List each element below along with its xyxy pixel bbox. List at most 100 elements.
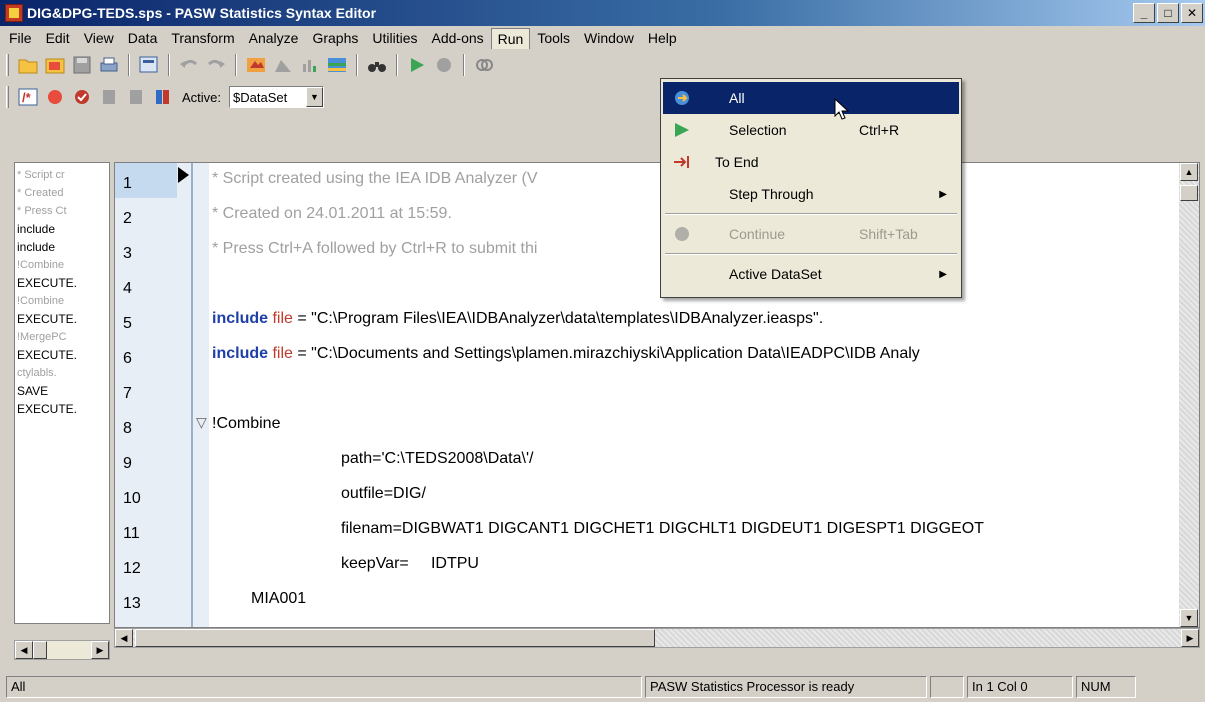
active-dataset-select[interactable]: $DataSet ▼ <box>229 86 325 108</box>
code-line[interactable]: 5 include file = "C:\Program Files\IEA\I… <box>115 303 1179 338</box>
code-line[interactable]: 12 keepVar= IDTPU <box>115 548 1179 583</box>
menu-view[interactable]: View <box>77 28 121 48</box>
navigator-hscrollbar[interactable]: ◀ ▶ <box>14 640 110 660</box>
code-line[interactable]: 11 filenam=DIGBWAT1 DIGCANT1 DIGCHET1 DI… <box>115 513 1179 548</box>
scroll-down-icon[interactable]: ▼ <box>1180 609 1198 627</box>
comment-button[interactable]: /* <box>16 85 40 109</box>
code-line[interactable]: 6 include file = "C:\Documents and Setti… <box>115 338 1179 373</box>
navigator-item[interactable]: EXECUTE. <box>17 310 107 328</box>
navigator-item[interactable]: * Script cr <box>17 166 107 184</box>
link-button[interactable] <box>472 53 496 77</box>
clear-bookmarks-button[interactable] <box>151 85 175 109</box>
menu-utilities[interactable]: Utilities <box>365 28 424 48</box>
open-folder-button[interactable] <box>16 53 40 77</box>
menu-analyze[interactable]: Analyze <box>242 28 306 48</box>
scroll-left-icon[interactable]: ◀ <box>115 629 133 647</box>
bookmark-button[interactable] <box>97 85 121 109</box>
code-text[interactable]: include file = "C:\Documents and Setting… <box>212 345 920 363</box>
navigator-item[interactable]: !MergePC <box>17 328 107 346</box>
run-to-end-item[interactable]: To End <box>663 146 959 178</box>
chevron-down-icon[interactable]: ▼ <box>306 87 324 107</box>
navigator-item[interactable]: include <box>17 238 107 256</box>
save-button[interactable] <box>70 53 94 77</box>
navigator-item[interactable]: EXECUTE. <box>17 274 107 292</box>
clear-breakpoints-button[interactable] <box>70 85 94 109</box>
scroll-up-icon[interactable]: ▲ <box>1180 163 1198 181</box>
code-text[interactable]: * Created on 24.01.2011 at 15:59. <box>212 205 452 223</box>
toolbar-grip[interactable] <box>6 54 9 76</box>
menu-data[interactable]: Data <box>121 28 165 48</box>
code-line[interactable]: 9 path='C:\TEDS2008\Data\'/ <box>115 443 1179 478</box>
scroll-right-icon[interactable]: ▶ <box>1181 629 1199 647</box>
breakpoint-button[interactable] <box>43 85 67 109</box>
undo-button[interactable] <box>177 53 201 77</box>
goto-case-button[interactable] <box>244 53 268 77</box>
navigator-item[interactable]: ctylabls. <box>17 364 107 382</box>
code-text[interactable]: !Combine <box>212 415 280 433</box>
menu-graphs[interactable]: Graphs <box>305 28 365 48</box>
scroll-thumb[interactable] <box>135 629 655 647</box>
table-button[interactable] <box>325 53 349 77</box>
menu-file[interactable]: File <box>2 28 39 48</box>
scroll-left-icon[interactable]: ◀ <box>15 641 33 659</box>
code-line[interactable]: 1 * Script created using the IEA IDB Ana… <box>115 163 1179 198</box>
dialog-recall-button[interactable] <box>137 53 161 77</box>
run-selection-button[interactable] <box>405 53 429 77</box>
navigator-item[interactable]: include <box>17 220 107 238</box>
scroll-thumb[interactable] <box>33 641 47 659</box>
code-text[interactable]: MIA001 <box>251 590 306 608</box>
open-data-button[interactable] <box>43 53 67 77</box>
variables-button[interactable] <box>298 53 322 77</box>
run-all-item[interactable]: All <box>663 82 959 114</box>
fold-toggle-icon[interactable]: ▽ <box>196 414 207 431</box>
navigator-item[interactable]: EXECUTE. <box>17 400 107 418</box>
menu-edit[interactable]: Edit <box>39 28 77 48</box>
print-button[interactable] <box>97 53 121 77</box>
editor-hscrollbar[interactable]: ◀ ▶ <box>114 628 1200 648</box>
toolbar-grip[interactable] <box>6 86 9 108</box>
scroll-thumb[interactable] <box>1180 185 1198 201</box>
active-dataset-item[interactable]: Active DataSet ▶ <box>663 258 959 290</box>
navigator-item[interactable]: EXECUTE. <box>17 346 107 364</box>
maximize-button[interactable]: □ <box>1157 3 1179 23</box>
navigator-pane[interactable]: * Script cr * Created * Press Ct include… <box>14 162 110 624</box>
menu-run[interactable]: Run <box>490 27 531 49</box>
syntax-editor[interactable]: 1 * Script created using the IEA IDB Ana… <box>114 162 1200 628</box>
code-text[interactable]: filenam=DIGBWAT1 DIGCANT1 DIGCHET1 DIGCH… <box>341 520 984 538</box>
navigator-item[interactable]: !Combine <box>17 256 107 274</box>
scroll-right-icon[interactable]: ▶ <box>91 641 109 659</box>
menu-add-ons[interactable]: Add-ons <box>425 28 491 48</box>
menu-tools[interactable]: Tools <box>530 28 577 48</box>
run-selection-item[interactable]: Selection Ctrl+R <box>663 114 959 146</box>
code-text[interactable]: path='C:\TEDS2008\Data\'/ <box>341 450 533 468</box>
step-through-item[interactable]: Step Through ▶ <box>663 178 959 210</box>
redo-button[interactable] <box>204 53 228 77</box>
code-text[interactable]: * Script created using the IEA IDB Analy… <box>212 170 538 188</box>
code-line[interactable]: 2 * Created on 24.01.2011 at 15:59. <box>115 198 1179 233</box>
code-line[interactable]: 10 outfile=DIG/ <box>115 478 1179 513</box>
editor-vscrollbar[interactable]: ▲ ▼ <box>1179 163 1199 627</box>
code-text[interactable]: include file = "C:\Program Files\IEA\IDB… <box>212 310 823 328</box>
code-line[interactable]: 13 MIA001 <box>115 583 1179 618</box>
navigator-item[interactable]: SAVE <box>17 382 107 400</box>
menu-help[interactable]: Help <box>641 28 684 48</box>
menu-transform[interactable]: Transform <box>164 28 241 48</box>
navigator-item[interactable]: * Press Ct <box>17 202 107 220</box>
code-text[interactable]: keepVar= IDTPU <box>341 555 479 573</box>
code-line[interactable]: 4 <box>115 268 1179 303</box>
minimize-button[interactable]: _ <box>1133 3 1155 23</box>
code-text[interactable]: * Press Ctrl+A followed by Ctrl+R to sub… <box>212 240 537 258</box>
code-line[interactable]: 3 * Press Ctrl+A followed by Ctrl+R to s… <box>115 233 1179 268</box>
navigator-item[interactable]: * Created <box>17 184 107 202</box>
code-text[interactable]: outfile=DIG/ <box>341 485 426 503</box>
code-line[interactable]: 7 <box>115 373 1179 408</box>
find-button[interactable] <box>365 53 389 77</box>
code-area[interactable]: 1 * Script created using the IEA IDB Ana… <box>115 163 1179 627</box>
menu-window[interactable]: Window <box>577 28 641 48</box>
next-bookmark-button[interactable] <box>124 85 148 109</box>
goto-variable-button[interactable] <box>271 53 295 77</box>
code-line[interactable]: 8 ▽ !Combine <box>115 408 1179 443</box>
close-button[interactable]: ✕ <box>1181 3 1203 23</box>
stop-button[interactable] <box>432 53 456 77</box>
navigator-item[interactable]: !Combine <box>17 292 107 310</box>
